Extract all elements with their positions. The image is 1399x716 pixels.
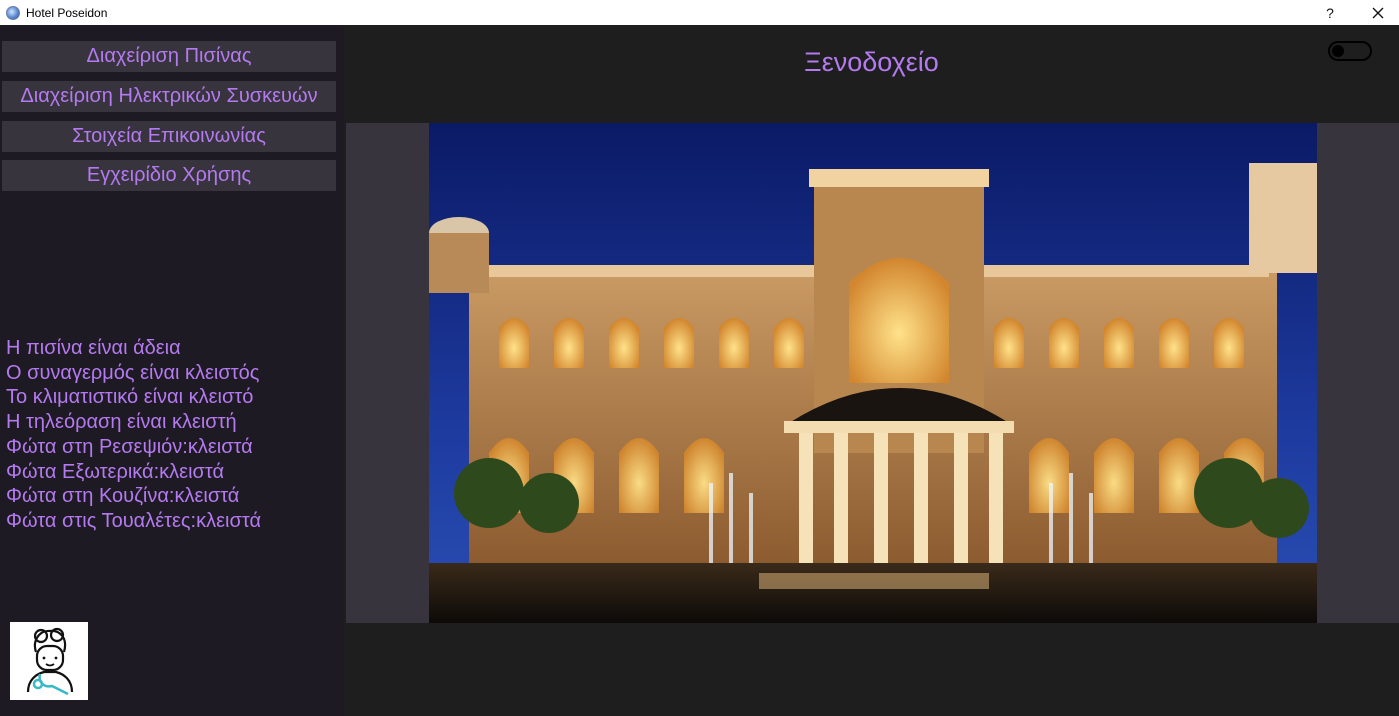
- user-avatar-icon: [26, 627, 74, 696]
- image-panel: [346, 123, 1399, 623]
- window-title: Hotel Poseidon: [26, 5, 108, 20]
- close-icon: [1372, 7, 1384, 18]
- status-kitchen-lights: Φώτα στη Κουζίνα:κλειστά: [6, 485, 240, 508]
- main-area: Ξενοδοχείο: [344, 25, 1399, 716]
- user-manual-button[interactable]: Εγχειρίδιο Χρήσης: [2, 160, 336, 191]
- status-alarm: Ο συναγερμός είναι κλειστός: [6, 361, 260, 384]
- status-list: Η πισίνα είναι άδεια Ο συναγερμός είναι …: [6, 336, 261, 534]
- status-air-conditioner: Το κλιματιστικό είναι κλειστό: [6, 386, 254, 409]
- status-exterior-lights: Φώτα Εξωτερικά:κλειστά: [6, 460, 225, 483]
- status-reception-lights: Φώτα στη Ρεσεψιόν:κλειστά: [6, 435, 253, 458]
- appliances-management-button[interactable]: Διαχείριση Ηλεκτρικών Συσκευών: [2, 81, 336, 112]
- contact-info-button[interactable]: Στοιχεία Επικοινωνίας: [2, 121, 336, 152]
- status-toilet-lights: Φώτα στις Τουαλέτες:κλειστά: [6, 509, 261, 532]
- sidebar: Διαχείριση Πισίνας Διαχείριση Ηλεκτρικών…: [0, 25, 344, 716]
- user-avatar[interactable]: [10, 622, 88, 700]
- pool-management-button[interactable]: Διαχείριση Πισίνας: [2, 41, 336, 72]
- close-button[interactable]: [1355, 0, 1399, 25]
- toggle-knob: [1332, 45, 1344, 57]
- theme-toggle[interactable]: [1328, 41, 1372, 61]
- globe-app-icon: [6, 5, 20, 20]
- help-button[interactable]: ?: [1307, 0, 1353, 25]
- page-title: Ξενοδοχείο: [804, 47, 939, 77]
- hotel-photo: [429, 123, 1317, 623]
- status-tv: Η τηλεόραση είναι κλειστή: [6, 411, 237, 434]
- status-pool: Η πισίνα είναι άδεια: [6, 337, 181, 359]
- window-titlebar: Hotel Poseidon ?: [0, 0, 1399, 25]
